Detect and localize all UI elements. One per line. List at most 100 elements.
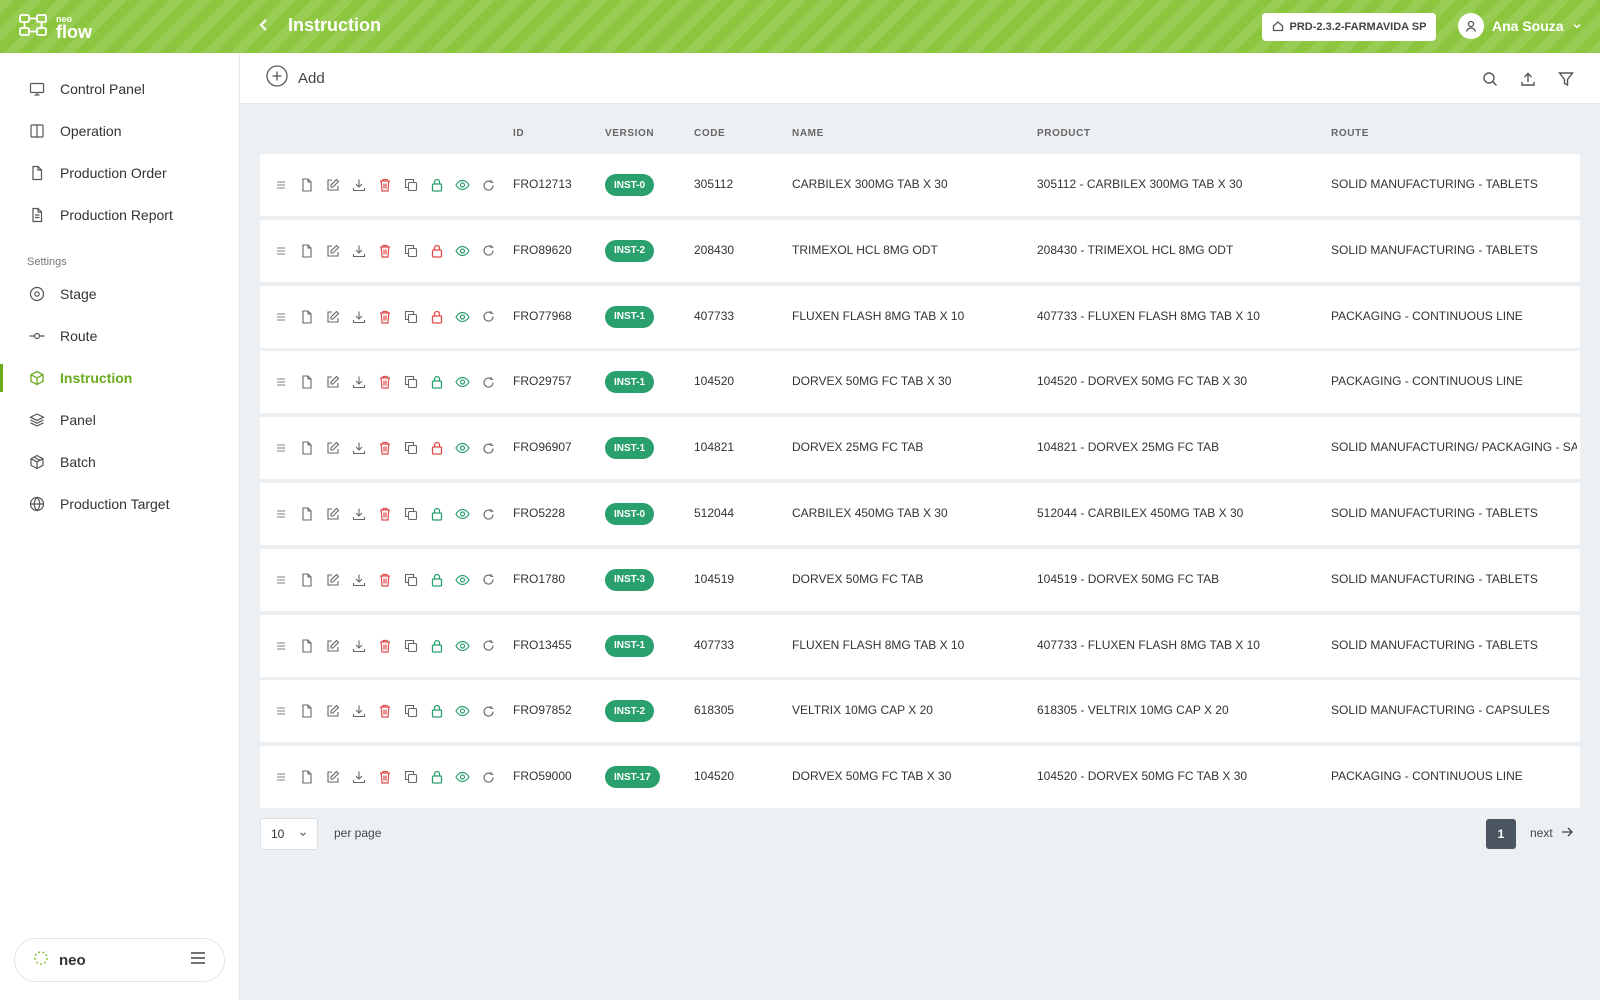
sidebar-item-control-panel[interactable]: Control Panel (0, 71, 239, 107)
edit-icon[interactable] (324, 637, 341, 655)
drag-handle-icon[interactable] (272, 176, 289, 194)
download-icon[interactable] (350, 637, 367, 655)
drag-handle-icon[interactable] (272, 505, 289, 523)
eye-icon[interactable] (454, 242, 471, 260)
table-row[interactable]: FRO97852 618305 VELTRIX 10MG CAP X 20 61830… (260, 680, 1580, 743)
drag-handle-icon[interactable] (272, 702, 289, 720)
column-header-id[interactable]: ID (513, 128, 524, 139)
copy-icon[interactable] (402, 768, 419, 786)
trash-icon[interactable] (376, 373, 393, 391)
trash-icon[interactable] (376, 176, 393, 194)
search-icon[interactable] (1480, 69, 1500, 89)
document-icon[interactable] (298, 242, 315, 260)
trash-icon[interactable] (376, 505, 393, 523)
copy-icon[interactable] (402, 308, 419, 326)
lock-icon[interactable] (428, 571, 445, 589)
lock-icon[interactable] (428, 637, 445, 655)
download-icon[interactable] (350, 439, 367, 457)
table-row[interactable]: FRO12713 305112 CARBILEX 300MG TAB X 30 305… (260, 154, 1580, 216)
lock-icon[interactable] (428, 308, 445, 326)
eye-icon[interactable] (454, 176, 471, 194)
column-header-product[interactable]: PRODUCT (1037, 128, 1091, 139)
trash-icon[interactable] (376, 242, 393, 260)
document-icon[interactable] (298, 176, 315, 194)
trash-icon[interactable] (376, 637, 393, 655)
drag-handle-icon[interactable] (272, 308, 289, 326)
document-icon[interactable] (298, 505, 315, 523)
edit-icon[interactable] (324, 439, 341, 457)
sidebar-item-instruction[interactable]: Instruction (0, 360, 239, 396)
column-header-name[interactable]: NAME (792, 128, 824, 139)
refresh-icon[interactable] (480, 702, 497, 720)
download-icon[interactable] (350, 571, 367, 589)
drag-handle-icon[interactable] (272, 637, 289, 655)
trash-icon[interactable] (376, 308, 393, 326)
copy-icon[interactable] (402, 702, 419, 720)
download-icon[interactable] (350, 702, 367, 720)
sidebar-item-production-report[interactable]: Production Report (0, 197, 239, 233)
sidebar-item-production-order[interactable]: Production Order (0, 155, 239, 191)
table-row[interactable]: FRO13455 407733 FLUXEN FLASH 8MG TAB X 10 4… (260, 614, 1580, 677)
edit-icon[interactable] (324, 373, 341, 391)
copy-icon[interactable] (402, 373, 419, 391)
refresh-icon[interactable] (480, 176, 497, 194)
drag-handle-icon[interactable] (272, 439, 289, 457)
refresh-icon[interactable] (480, 637, 497, 655)
add-button[interactable]: Add (266, 65, 325, 91)
refresh-icon[interactable] (480, 505, 497, 523)
lock-icon[interactable] (428, 702, 445, 720)
copy-icon[interactable] (402, 637, 419, 655)
lock-icon[interactable] (428, 505, 445, 523)
table-row[interactable]: FRO77968 407733 FLUXEN FLASH 8MG TAB X 10 4… (260, 285, 1580, 348)
edit-icon[interactable] (324, 702, 341, 720)
lock-icon[interactable] (428, 439, 445, 457)
trash-icon[interactable] (376, 768, 393, 786)
edit-icon[interactable] (324, 505, 341, 523)
document-icon[interactable] (298, 373, 315, 391)
sidebar-item-batch[interactable]: Batch (0, 444, 239, 480)
download-icon[interactable] (350, 242, 367, 260)
back-button[interactable] (258, 16, 270, 39)
page-button-current[interactable]: 1 (1486, 819, 1516, 849)
refresh-icon[interactable] (480, 439, 497, 457)
table-row[interactable]: FRO29757 104520 DORVEX 50MG FC TAB X 30 104… (260, 351, 1580, 414)
sidebar-item-route[interactable]: Route (0, 318, 239, 354)
app-logo[interactable]: neo flow (18, 12, 92, 43)
refresh-icon[interactable] (480, 308, 497, 326)
edit-icon[interactable] (324, 176, 341, 194)
refresh-icon[interactable] (480, 768, 497, 786)
next-page-button[interactable]: next (1530, 826, 1573, 840)
column-header-version[interactable]: VERSION (605, 128, 654, 139)
eye-icon[interactable] (454, 571, 471, 589)
copy-icon[interactable] (402, 176, 419, 194)
document-icon[interactable] (298, 637, 315, 655)
user-menu[interactable]: Ana Souza (1458, 13, 1582, 39)
lock-icon[interactable] (428, 768, 445, 786)
table-row[interactable]: FRO1780 104519 DORVEX 50MG FC TAB 104519 - … (260, 548, 1580, 611)
environment-selector[interactable]: PRD-2.3.2-FARMAVIDA SP (1262, 13, 1436, 41)
download-icon[interactable] (350, 176, 367, 194)
column-header-code[interactable]: CODE (694, 128, 725, 139)
drag-handle-icon[interactable] (272, 373, 289, 391)
table-row[interactable]: FRO96907 104821 DORVEX 25MG FC TAB 104821 -… (260, 417, 1580, 480)
document-icon[interactable] (298, 702, 315, 720)
eye-icon[interactable] (454, 768, 471, 786)
sidebar-item-panel[interactable]: Panel (0, 402, 239, 438)
edit-icon[interactable] (324, 768, 341, 786)
copy-icon[interactable] (402, 242, 419, 260)
trash-icon[interactable] (376, 702, 393, 720)
edit-icon[interactable] (324, 571, 341, 589)
upload-icon[interactable] (1518, 69, 1538, 89)
table-row[interactable]: FRO59000 104520 DORVEX 50MG FC TAB X 30 104… (260, 746, 1580, 809)
lock-icon[interactable] (428, 242, 445, 260)
lock-icon[interactable] (428, 373, 445, 391)
document-icon[interactable] (298, 308, 315, 326)
copy-icon[interactable] (402, 439, 419, 457)
copy-icon[interactable] (402, 505, 419, 523)
eye-icon[interactable] (454, 373, 471, 391)
refresh-icon[interactable] (480, 242, 497, 260)
drag-handle-icon[interactable] (272, 768, 289, 786)
trash-icon[interactable] (376, 439, 393, 457)
eye-icon[interactable] (454, 308, 471, 326)
sidebar-item-production-target[interactable]: Production Target (0, 486, 239, 522)
